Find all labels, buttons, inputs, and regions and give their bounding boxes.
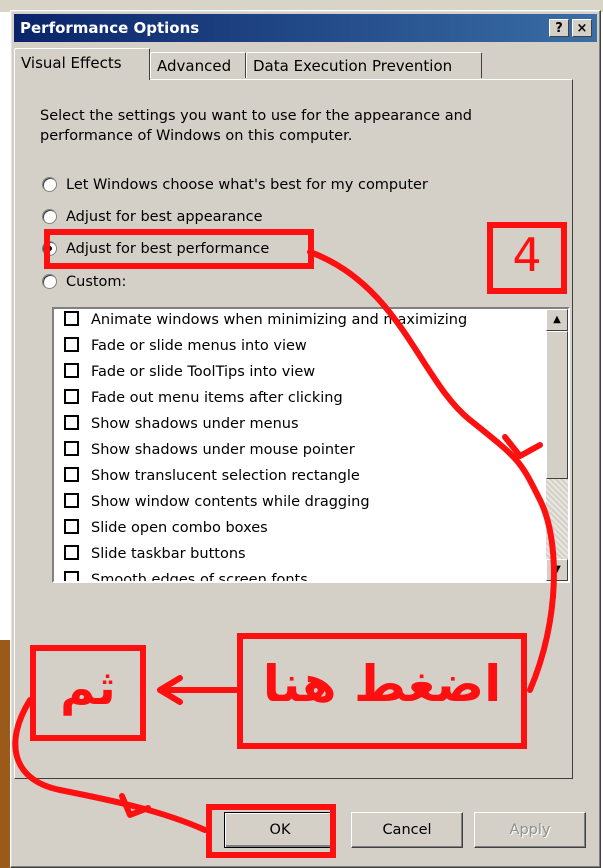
radio-let-windows-choose[interactable]: Let Windows choose what's best for my co…: [42, 174, 428, 196]
visual-effects-list[interactable]: Animate windows when minimizing and maxi…: [52, 307, 570, 583]
help-button[interactable]: ?: [549, 19, 569, 37]
list-item[interactable]: Fade or slide menus into view: [64, 333, 307, 359]
radio-custom[interactable]: Custom:: [42, 271, 126, 293]
cancel-button[interactable]: Cancel: [351, 812, 463, 848]
title-bar[interactable]: Performance Options ? ×: [14, 14, 597, 42]
list-item[interactable]: Show shadows under mouse pointer: [64, 437, 355, 463]
scroll-down-arrow-icon[interactable]: ▼: [546, 559, 568, 581]
checkbox[interactable]: [64, 492, 79, 508]
radio-button[interactable]: [42, 273, 57, 289]
checkbox[interactable]: [64, 388, 79, 404]
tab-visual-effects[interactable]: Visual Effects: [14, 48, 150, 80]
list-item[interactable]: Show window contents while dragging: [64, 489, 370, 515]
list-item-label: Show shadows under menus: [91, 416, 299, 432]
list-item[interactable]: Show translucent selection rectangle: [64, 463, 360, 489]
scroll-up-arrow-icon[interactable]: ▲: [546, 309, 568, 331]
press-here-text: اضغط هنا: [262, 655, 502, 713]
checkbox[interactable]: [64, 414, 79, 430]
then-text: ثم: [60, 660, 116, 716]
list-item[interactable]: Show shadows under menus: [64, 411, 299, 437]
checkbox[interactable]: [64, 466, 79, 482]
list-item[interactable]: Fade or slide ToolTips into view: [64, 359, 315, 385]
list-item[interactable]: Slide taskbar buttons: [64, 541, 246, 567]
list-item-label: Smooth edges of screen fonts: [91, 572, 308, 583]
checkbox[interactable]: [64, 544, 79, 560]
vertical-scrollbar[interactable]: ▲ ▼: [546, 309, 568, 581]
window-title: Performance Options: [20, 19, 200, 37]
highlight-ok-button: [206, 804, 336, 858]
list-item-label: Slide open combo boxes: [91, 520, 268, 536]
list-item-label: Animate windows when minimizing and maxi…: [91, 312, 468, 328]
scrollbar-thumb[interactable]: [546, 331, 568, 479]
list-item[interactable]: Fade out menu items after clicking: [64, 385, 343, 411]
highlight-best-performance: [44, 229, 314, 269]
radio-button[interactable]: [42, 208, 57, 224]
list-item[interactable]: Animate windows when minimizing and maxi…: [64, 309, 468, 333]
radio-label: Adjust for best appearance: [66, 209, 263, 225]
description-text: Select the settings you want to use for …: [40, 108, 472, 144]
step-number: 4: [512, 228, 542, 282]
list-item-label: Slide taskbar buttons: [91, 546, 246, 562]
tab-advanced[interactable]: Advanced: [150, 52, 246, 78]
list-item[interactable]: Smooth edges of screen fonts: [64, 567, 308, 583]
list-item-label: Show window contents while dragging: [91, 494, 370, 510]
radio-button[interactable]: [42, 176, 57, 192]
tab-data-execution-prevention[interactable]: Data Execution Prevention: [246, 52, 482, 78]
apply-button[interactable]: Apply: [474, 812, 586, 848]
radio-label: Let Windows choose what's best for my co…: [66, 177, 428, 193]
checkbox[interactable]: [64, 570, 79, 581]
list-item-label: Fade out menu items after clicking: [91, 390, 343, 406]
close-button[interactable]: ×: [572, 19, 592, 37]
checkbox[interactable]: [64, 518, 79, 534]
checkbox[interactable]: [64, 440, 79, 456]
radio-label: Custom:: [66, 274, 127, 290]
list-item-label: Show shadows under mouse pointer: [91, 442, 355, 458]
list-item-label: Fade or slide menus into view: [91, 338, 307, 354]
radio-best-appearance[interactable]: Adjust for best appearance: [42, 206, 263, 228]
list-item[interactable]: Slide open combo boxes: [64, 515, 268, 541]
checkbox[interactable]: [64, 336, 79, 352]
list-item-label: Fade or slide ToolTips into view: [91, 364, 316, 380]
checkbox[interactable]: [64, 310, 79, 326]
list-item-label: Show translucent selection rectangle: [91, 468, 360, 484]
checkbox[interactable]: [64, 362, 79, 378]
